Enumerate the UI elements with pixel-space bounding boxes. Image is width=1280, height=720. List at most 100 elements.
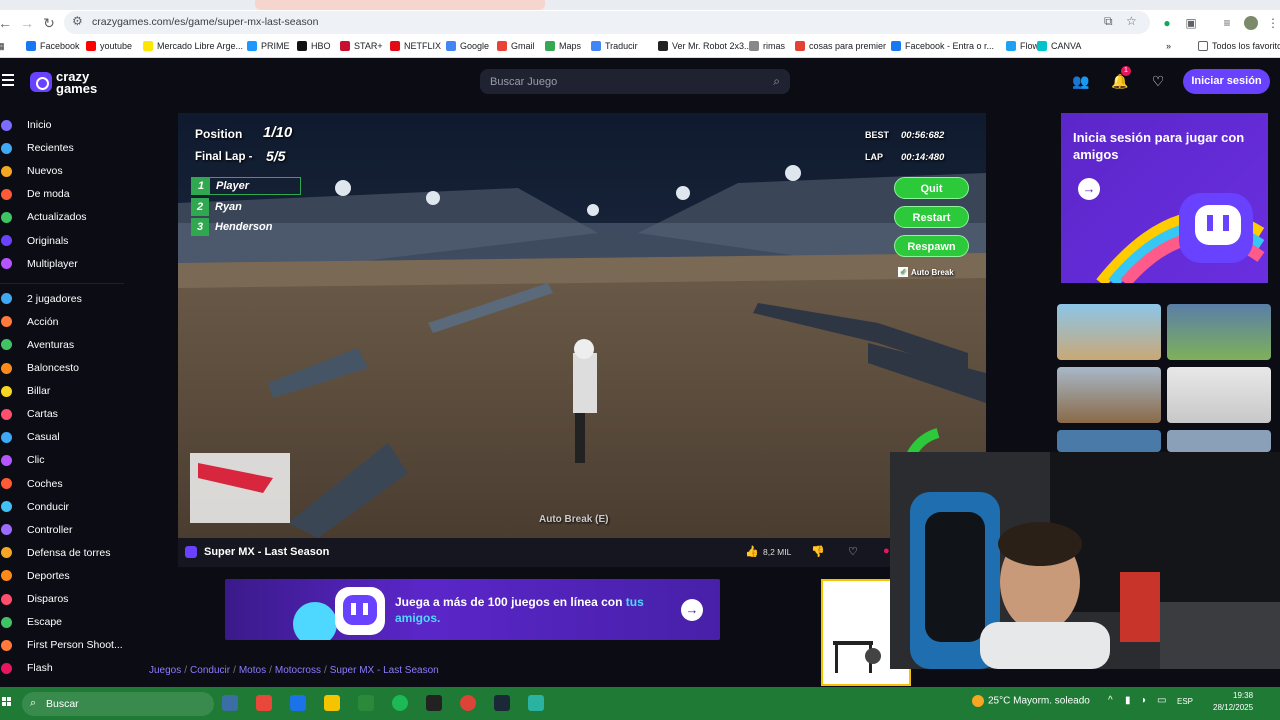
game-thumbnail[interactable]: [1057, 430, 1161, 452]
sidebar-item[interactable]: De moda: [0, 184, 124, 204]
sidebar-item[interactable]: Actualizados: [0, 207, 124, 227]
bookmark-star-icon[interactable]: ☆: [1126, 14, 1137, 28]
breadcrumb-link[interactable]: Conducir: [190, 665, 230, 676]
steam-icon[interactable]: [494, 695, 510, 711]
bookmark-item[interactable]: Ver Mr. Robot 2x3...: [658, 41, 752, 51]
game-thumbnail[interactable]: [1057, 367, 1161, 423]
bookmark-item[interactable]: NETFLIX: [390, 41, 441, 51]
breadcrumb-link[interactable]: Juegos: [149, 665, 181, 676]
crazygames-logo[interactable]: crazy games: [30, 66, 110, 98]
dislike-icon[interactable]: 👎: [811, 545, 825, 558]
forward-icon[interactable]: →: [18, 14, 36, 32]
sidebar-item[interactable]: Multiplayer: [0, 254, 124, 274]
app-icon[interactable]: [528, 695, 544, 711]
sidebar-item[interactable]: Recientes: [0, 138, 124, 158]
sidebar-item[interactable]: Baloncesto: [0, 358, 124, 378]
bookmark-item[interactable]: Maps: [545, 41, 581, 51]
spotify-icon[interactable]: [392, 695, 408, 711]
game-thumbnail[interactable]: [1167, 430, 1271, 452]
store-icon[interactable]: [358, 695, 374, 711]
bookmark-item[interactable]: Gmail: [497, 41, 535, 51]
bookmark-item[interactable]: Facebook: [26, 41, 80, 51]
search-box[interactable]: ⌕: [480, 69, 790, 94]
sidebar-item[interactable]: Deportes: [0, 566, 124, 586]
bookmark-item[interactable]: Facebook - Entra o r...: [891, 41, 994, 51]
auto-break-toggle[interactable]: ✓ Auto Break: [898, 267, 954, 277]
hamburger-menu-icon[interactable]: [2, 74, 14, 86]
all-bookmarks[interactable]: Todos los favoritos: [1198, 41, 1280, 51]
bookmark-item[interactable]: PRIME: [247, 41, 290, 51]
battery-icon[interactable]: ▭: [1157, 695, 1166, 706]
quit-button[interactable]: Quit: [894, 177, 969, 199]
url-text[interactable]: crazygames.com/es/game/super-mx-last-sea…: [92, 16, 318, 28]
menu-icon[interactable]: ⋮: [1266, 16, 1280, 30]
task-view-icon[interactable]: [222, 695, 238, 711]
respawn-button[interactable]: Respawn: [894, 235, 969, 257]
breadcrumb-link[interactable]: Motos: [239, 665, 266, 676]
search-input[interactable]: [490, 73, 750, 90]
sidebar-item[interactable]: Billar: [0, 381, 124, 401]
sidebar-item[interactable]: Disparos: [0, 589, 124, 609]
back-icon[interactable]: ←: [0, 14, 14, 32]
bookmark-item[interactable]: cosas para premier: [795, 41, 886, 51]
friends-icon[interactable]: 👥: [1071, 71, 1091, 91]
like-icon[interactable]: 👍: [745, 545, 759, 558]
restart-button[interactable]: Restart: [894, 206, 969, 228]
sidebar-item[interactable]: Nuevos: [0, 161, 124, 181]
media-icon[interactable]: ≡: [1220, 16, 1234, 30]
bookmark-item[interactable]: HBO: [297, 41, 331, 51]
sidebar-item[interactable]: Originals: [0, 231, 124, 251]
bookmark-item[interactable]: Mercado Libre Arge...: [143, 41, 243, 51]
game-thumbnail[interactable]: [1167, 367, 1271, 423]
heart-icon[interactable]: ♡: [1148, 71, 1168, 91]
game-thumbnail[interactable]: [1057, 304, 1161, 360]
favorite-icon[interactable]: ♡: [848, 545, 858, 558]
active-tab[interactable]: [255, 0, 545, 10]
more-bookmarks-icon[interactable]: »: [1166, 41, 1171, 51]
game-canvas[interactable]: Position 1/10 Final Lap - 5/5 BEST 00:56…: [178, 113, 986, 538]
copilot-icon[interactable]: [256, 695, 272, 711]
windows-start-icon[interactable]: [2, 697, 12, 707]
reload-icon[interactable]: ↻: [40, 14, 58, 32]
chevron-up-icon[interactable]: ^: [1108, 695, 1113, 706]
arrow-right-icon[interactable]: →: [681, 599, 703, 621]
checkbox-icon[interactable]: ✓: [898, 267, 908, 277]
taskbar-search[interactable]: ⌕ Buscar: [22, 692, 214, 716]
friends-promo-banner[interactable]: Juega a más de 100 juegos en línea con t…: [225, 579, 720, 640]
epic-games-icon[interactable]: [426, 695, 442, 711]
login-button[interactable]: Iniciar sesión: [1183, 69, 1270, 94]
bookmark-item[interactable]: rimas: [749, 41, 785, 51]
sidebar-item[interactable]: Conducir: [0, 497, 124, 517]
profile-avatar[interactable]: [1244, 16, 1258, 30]
site-info-icon[interactable]: ⚙: [72, 14, 83, 28]
address-bar[interactable]: ⚙ crazygames.com/es/game/super-mx-last-s…: [64, 11, 1150, 34]
sidebar-item[interactable]: Cartas: [0, 404, 124, 424]
install-icon[interactable]: ⧉: [1104, 14, 1113, 29]
bookmark-item[interactable]: STAR+: [340, 41, 383, 51]
clock[interactable]: 19:38 28/12/2025: [1213, 690, 1253, 714]
sidebar-item[interactable]: Acción: [0, 312, 124, 332]
search-icon[interactable]: ⌕: [773, 74, 780, 89]
weather-widget[interactable]: 25°C Mayorm. soleado: [972, 695, 1090, 707]
language-indicator[interactable]: ESP: [1177, 697, 1193, 706]
extensions-puzzle-icon[interactable]: ▣: [1184, 16, 1198, 30]
share-icon[interactable]: ●: [883, 545, 890, 557]
edge-icon[interactable]: [290, 695, 306, 711]
volume-icon[interactable]: ◗: [1141, 695, 1147, 706]
bookmark-item[interactable]: Flow: [1006, 41, 1039, 51]
bookmark-item[interactable]: Google: [446, 41, 489, 51]
sidebar-item[interactable]: Clic: [0, 450, 124, 470]
sidebar-item[interactable]: Casual: [0, 427, 124, 447]
chrome-icon[interactable]: [460, 695, 476, 711]
signin-promo-card[interactable]: Inicia sesión para jugar con amigos →: [1061, 113, 1268, 283]
breadcrumb-link[interactable]: Motocross: [275, 665, 321, 676]
network-icon[interactable]: ▮: [1125, 695, 1131, 706]
sidebar-item[interactable]: Defensa de torres: [0, 543, 124, 563]
sidebar-item[interactable]: Flash: [0, 658, 124, 678]
sidebar-item[interactable]: Coches: [0, 474, 124, 494]
sidebar-item[interactable]: Inicio: [0, 115, 124, 135]
breadcrumb-link[interactable]: Super MX - Last Season: [330, 665, 439, 676]
sidebar-item[interactable]: Aventuras: [0, 335, 124, 355]
bookmark-item[interactable]: CANVA: [1037, 41, 1081, 51]
sidebar-item[interactable]: Controller: [0, 520, 124, 540]
